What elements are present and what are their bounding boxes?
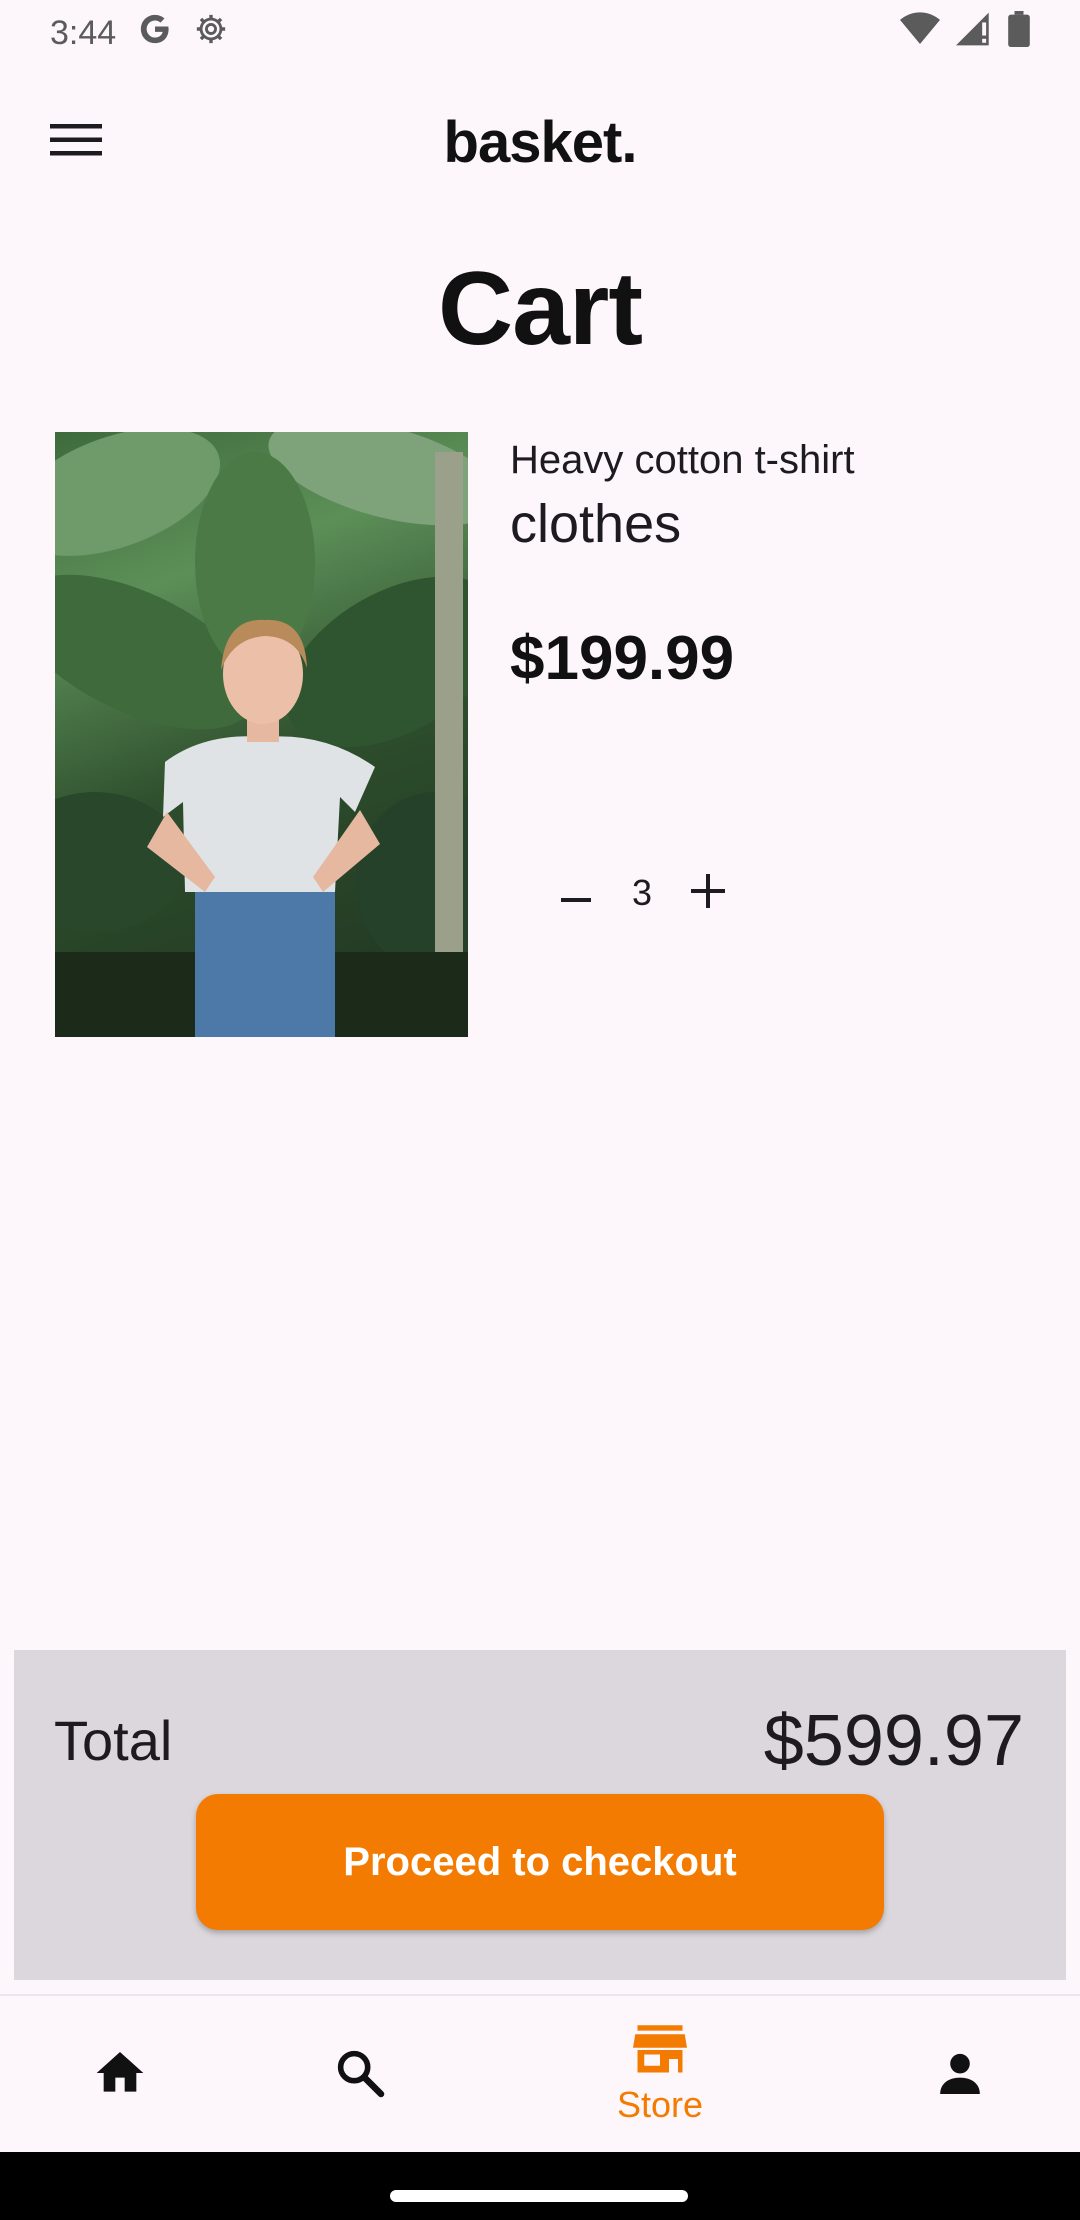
total-label: Total (54, 1709, 173, 1772)
nav-item-search[interactable] (290, 1996, 430, 2154)
quantity-value: 3 (631, 872, 653, 913)
settings-gear-icon (194, 12, 228, 55)
battery-icon (1008, 10, 1030, 56)
cart-item-info: Heavy cotton t-shirt clothes $199.99 (510, 432, 1030, 694)
nav-item-profile[interactable] (890, 1996, 1030, 2154)
brand-logo: basket. (443, 109, 638, 175)
nav-item-home[interactable] (50, 1996, 190, 2154)
bottom-navigation: Store (0, 1994, 1080, 2152)
minus-icon (560, 871, 592, 916)
nav-label-store: Store (616, 2083, 704, 2125)
home-gesture-handle[interactable] (390, 2190, 688, 2202)
wifi-icon (900, 11, 940, 55)
store-icon (633, 2024, 687, 2080)
plus-icon (690, 873, 726, 914)
search-icon (332, 2045, 388, 2106)
cart-screen: 3:44 basket. Cart Heavy cotton t-shirt c… (0, 0, 1080, 2220)
product-image (55, 432, 468, 1037)
proceed-to-checkout-button[interactable]: Proceed to checkout (196, 1794, 884, 1930)
system-navigation-bar (0, 2152, 1080, 2220)
cell-signal-icon (956, 12, 992, 55)
person-icon (932, 2045, 988, 2106)
home-icon (92, 2045, 148, 2106)
nav-item-store[interactable]: Store (590, 1996, 730, 2154)
hamburger-menu-icon (50, 122, 102, 163)
google-icon (138, 12, 172, 55)
total-value: $599.97 (763, 1701, 1024, 1781)
product-price: $199.99 (510, 624, 735, 693)
increase-quantity-button[interactable] (672, 858, 744, 928)
status-time: 3:44 (50, 13, 117, 52)
page-title: Cart (437, 251, 643, 367)
product-name: Heavy cotton t-shirt (510, 438, 855, 482)
order-summary-panel: Total $599.97 Proceed to checkout (14, 1650, 1066, 1980)
decrease-quantity-button[interactable] (540, 858, 612, 928)
status-bar: 3:44 (0, 0, 1080, 66)
quantity-stepper: 3 (540, 858, 744, 928)
product-category: clothes (510, 494, 682, 554)
menu-button[interactable] (40, 110, 112, 174)
app-bar: basket. (0, 80, 1080, 204)
